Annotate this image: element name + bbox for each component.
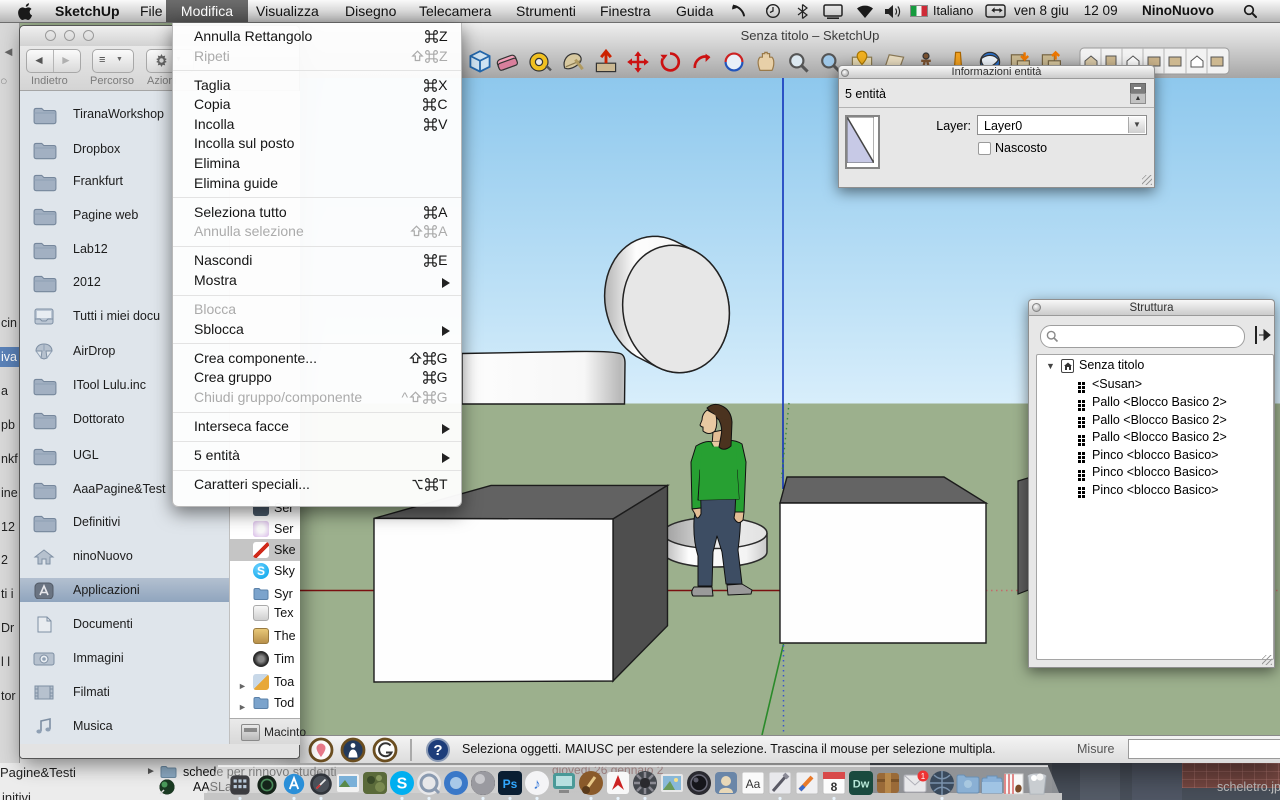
svg-text:♪: ♪ xyxy=(533,776,541,793)
svg-text:Ps: Ps xyxy=(503,777,518,791)
svg-text:8: 8 xyxy=(831,780,838,794)
svg-text:1: 1 xyxy=(921,772,926,781)
svg-text:Dw: Dw xyxy=(853,779,870,791)
svg-text:Aa: Aa xyxy=(746,777,761,791)
svg-text:S: S xyxy=(397,776,408,793)
svg-text:?: ? xyxy=(433,742,442,759)
